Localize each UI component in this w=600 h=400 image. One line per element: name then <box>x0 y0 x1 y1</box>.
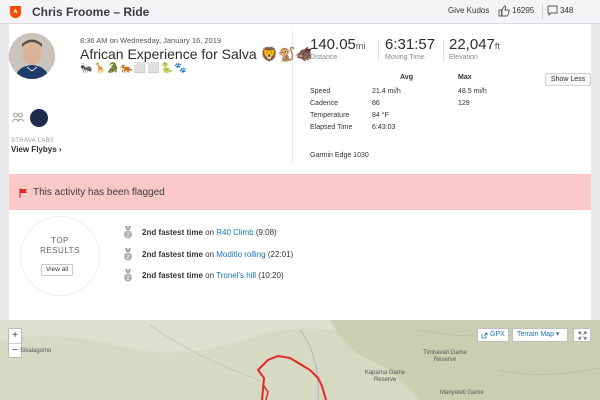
detail-label: Elapsed Time <box>310 124 353 131</box>
gpx-label: GPX <box>490 331 505 338</box>
detail-avg: 86 <box>372 100 380 107</box>
detail-avg: 84 °F <box>372 112 389 119</box>
stat-label: Moving Time <box>385 54 425 61</box>
achievement-row: 2 2nd fastest time on Tronel's hill (10:… <box>122 269 422 283</box>
detail-label: Cadence <box>310 100 339 107</box>
give-kudos-button[interactable]: Give Kudos <box>448 6 489 15</box>
top-results-title-line: RESULTS <box>40 246 80 255</box>
page-title: Chris Froome – Ride <box>32 5 150 19</box>
activity-title: African Experience for Salva 🦁🐒🐗 <box>80 46 313 62</box>
athlete-photo <box>9 33 55 79</box>
segment-link[interactable]: Tronel's hill <box>216 271 256 280</box>
achievement-row: 2 2nd fastest time on R40 Climb (9:08) <box>122 226 422 240</box>
stat-value: 22,047 <box>449 36 495 53</box>
athlete-avatar[interactable] <box>9 33 55 79</box>
detail-avg: 6:43:03 <box>372 124 396 131</box>
view-all-button[interactable]: View all <box>41 264 73 276</box>
thumbs-up-icon[interactable] <box>497 4 511 18</box>
activity-page: Chris Froome – Ride Give Kudos 16295 348… <box>0 0 600 400</box>
stat-label: Distance <box>310 54 338 61</box>
detail-avg: 21.4 mi/h <box>372 88 401 95</box>
top-results-title-line: TOP <box>51 236 69 245</box>
medal-rank: 2 <box>126 233 129 239</box>
achievement-time: (10:20) <box>256 271 284 280</box>
stat-elevation: 22,047ft Elevation <box>449 36 500 61</box>
strava-shield-icon <box>10 6 21 19</box>
medal-icon: 2 <box>124 248 132 261</box>
comment-icon[interactable] <box>547 5 558 16</box>
fullscreen-button[interactable] <box>573 328 591 342</box>
segment-link[interactable]: R40 Climb <box>216 228 253 237</box>
flagged-message: This activity has been flagged <box>33 187 165 198</box>
stat-value: 140.05 <box>310 36 356 53</box>
stat-unit: ft <box>494 41 500 51</box>
flag-icon <box>19 188 27 198</box>
divider <box>542 4 543 19</box>
achievement-text: 2nd fastest time <box>142 228 203 237</box>
map-place-label: Sikalagomo <box>20 348 52 354</box>
activity-title-emojis: 🐜🦒🐊🐅⬜⬜🐍🐾 <box>80 63 188 74</box>
terrain-layer <box>0 320 600 400</box>
device-name: Garmin Edge 1030 <box>310 152 369 159</box>
club-avatar[interactable] <box>30 109 48 127</box>
achievement-on: on <box>202 271 217 280</box>
view-flybys-link[interactable]: View Flybys › <box>11 145 62 154</box>
detail-label: Temperature <box>310 112 350 119</box>
detail-label: Speed <box>310 88 331 95</box>
gpx-export-button[interactable]: GPX <box>477 328 509 342</box>
stat-value: 6:31:57 <box>385 36 436 53</box>
divider <box>443 40 444 62</box>
map-place-label: Manyeleti Game <box>440 390 484 396</box>
top-results-badge <box>20 216 100 296</box>
strava-labs-label: STRAVA LABS <box>11 138 55 144</box>
detail-max: 48.5 mi/h <box>458 88 487 95</box>
achievement-text: 2nd fastest time <box>142 271 203 280</box>
activity-header: Chris Froome – Ride Give Kudos 16295 348 <box>0 0 600 24</box>
zoom-in-button[interactable]: + <box>9 329 21 343</box>
achievement-row: 2 2nd fastest time on Moditlo rolling (2… <box>122 248 422 262</box>
route-map[interactable]: + − Sikalagomo Timbavati Game Reserve Ka… <box>0 320 600 400</box>
achievement-time: (9:08) <box>253 228 277 237</box>
stat-label: Elevation <box>449 54 478 61</box>
stat-moving-time: 6:31:57 Moving Time <box>385 36 435 61</box>
show-less-button[interactable]: Show Less <box>545 73 591 86</box>
expand-icon <box>578 331 587 340</box>
medal-rank: 2 <box>126 255 129 261</box>
top-results-title: TOP RESULTS <box>37 236 83 256</box>
external-link-icon <box>481 332 488 339</box>
medal-icon: 2 <box>124 269 132 282</box>
achievement-time: (22:01) <box>265 250 294 259</box>
activity-datetime: 8:36 AM on Wednesday, January 16, 2019 <box>80 36 222 45</box>
group-activity-icon <box>11 112 25 122</box>
map-place-label: Kapama Game Reserve <box>364 370 406 383</box>
medal-icon: 2 <box>124 226 132 239</box>
map-place-label: Timbavati Game Reserve <box>423 350 467 363</box>
achievement-text: 2nd fastest time <box>142 250 203 259</box>
segment-link[interactable]: Moditlo rolling <box>216 250 265 259</box>
detail-max: 129 <box>458 100 470 107</box>
kudos-count[interactable]: 16295 <box>512 6 534 15</box>
max-column-header: Max <box>458 74 472 81</box>
achievement-on: on <box>202 228 217 237</box>
map-type-dropdown[interactable]: Terrain Map ▾ <box>512 328 568 342</box>
comment-count[interactable]: 348 <box>560 6 573 15</box>
stat-unit: mi <box>355 41 366 51</box>
stat-distance: 140.05mi Distance <box>310 36 365 61</box>
achievement-on: on <box>202 250 217 259</box>
avg-column-header: Avg <box>400 74 413 81</box>
medal-rank: 2 <box>126 276 129 282</box>
divider <box>378 40 379 62</box>
